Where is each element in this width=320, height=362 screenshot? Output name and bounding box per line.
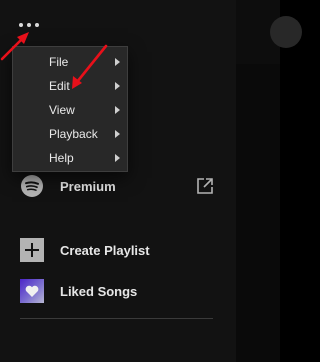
sidebar-item-premium[interactable]: Premium	[20, 173, 116, 199]
liked-songs-label: Liked Songs	[60, 283, 138, 299]
menu-item-label: File	[49, 55, 69, 69]
external-link-icon[interactable]	[196, 177, 214, 195]
heart-icon	[20, 279, 44, 303]
chevron-right-icon	[115, 154, 120, 162]
menu-item-file[interactable]: File	[13, 50, 127, 74]
sidebar-item-premium-label: Premium	[60, 178, 116, 194]
more-dot-icon	[27, 23, 31, 27]
menu-item-help[interactable]: Help	[13, 146, 127, 170]
sidebar-divider	[20, 318, 213, 319]
menu-item-view[interactable]: View	[13, 98, 127, 122]
chevron-right-icon	[115, 130, 120, 138]
more-dot-icon	[19, 23, 23, 27]
create-playlist-button[interactable]: Create Playlist	[20, 238, 150, 262]
chevron-right-icon	[115, 106, 120, 114]
chevron-right-icon	[115, 58, 120, 66]
more-options-button[interactable]	[14, 14, 44, 36]
menu-item-edit[interactable]: Edit	[13, 74, 127, 98]
menu-item-label: Edit	[49, 79, 70, 93]
spotify-app-window: ry Premium	[0, 0, 302, 362]
menu-item-label: Help	[49, 151, 74, 165]
avatar[interactable]	[270, 16, 302, 48]
liked-songs-button[interactable]: Liked Songs	[20, 279, 137, 303]
menu-item-label: View	[49, 103, 75, 117]
context-menu: File Edit View Playback Help	[12, 46, 128, 172]
more-dot-icon	[35, 23, 39, 27]
menu-item-playback[interactable]: Playback	[13, 122, 127, 146]
spotify-logo-icon	[20, 174, 44, 198]
create-playlist-label: Create Playlist	[60, 242, 150, 258]
menu-item-label: Playback	[49, 127, 98, 141]
plus-icon	[20, 238, 44, 262]
chevron-right-icon	[115, 82, 120, 90]
